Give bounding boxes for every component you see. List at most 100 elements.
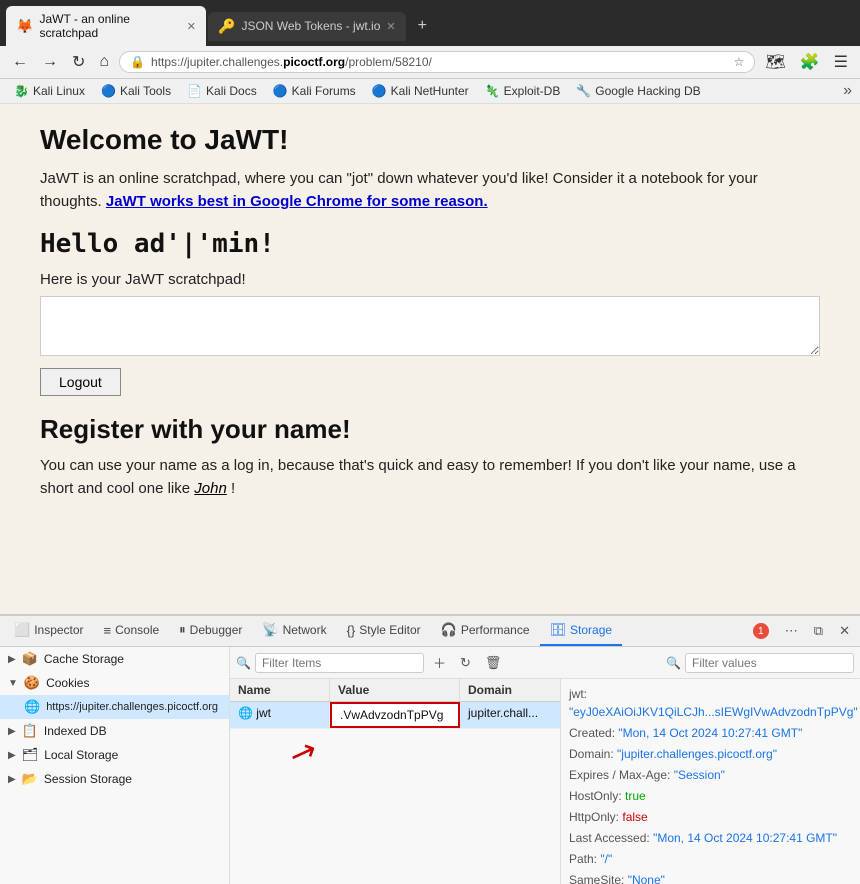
back-button[interactable]: ← — [8, 51, 32, 73]
john-link[interactable]: John — [194, 480, 227, 497]
tab-storage[interactable]: 🗄 Storage — [540, 616, 623, 646]
address-bar[interactable]: 🔒 https://jupiter.challenges.picoctf.org… — [119, 51, 755, 73]
table-row[interactable]: 🌐 jwt .VwAdvzodnTpPVg jupiter.chall... /… — [230, 702, 560, 729]
performance-icon: 🎧 — [441, 622, 457, 638]
detail-domain-value: "jupiter.challenges.picoctf.org" — [617, 747, 777, 761]
tab-favicon-jwt: 🔑 — [218, 18, 235, 35]
bookmark-kali-tools[interactable]: 🔵 Kali Tools — [95, 82, 177, 100]
detail-path-value: "/" — [600, 852, 612, 866]
tab-console[interactable]: ≡ Console — [94, 617, 170, 646]
bookmark-kali-forums[interactable]: 🔵 Kali Forums — [267, 82, 362, 100]
site-globe-icon: 🌐 — [24, 699, 40, 715]
nav-bar: ← → ↻ ⌂ 🔒 https://jupiter.challenges.pic… — [0, 46, 860, 79]
refresh-button[interactable]: ↻ — [68, 50, 89, 74]
window-minimize[interactable] — [796, 19, 810, 33]
security-icon: 🔒 — [130, 55, 145, 69]
bookmarks-more-button[interactable]: » — [843, 82, 852, 100]
tab-favicon-jawt: 🦊 — [16, 18, 33, 35]
td-name: 🌐 jwt — [230, 702, 330, 728]
bookmark-star-icon[interactable]: ☆ — [734, 55, 745, 69]
bookmark-google-hacking-db[interactable]: 🔧 Google Hacking DB — [570, 82, 706, 100]
cache-storage-icon: 📦 — [22, 651, 38, 667]
bookmark-kali-docs[interactable]: 📄 Kali Docs — [181, 82, 263, 100]
delete-item-button[interactable]: 🗑 — [480, 653, 507, 673]
extensions-button[interactable]: 🧩 — [796, 50, 824, 74]
window-maximize[interactable] — [818, 19, 832, 33]
bookmark-kali-linux[interactable]: 🐉 Kali Linux — [8, 82, 91, 100]
filter-items-input[interactable] — [255, 653, 424, 673]
window-close[interactable] — [840, 19, 854, 33]
style-editor-icon: {} — [347, 623, 356, 638]
home-button[interactable]: ⌂ — [95, 51, 113, 73]
bookmark-exploit-db[interactable]: 🦎 Exploit-DB — [479, 82, 567, 100]
tab-jwt[interactable]: 🔑 JSON Web Tokens - jwt.io ✕ — [208, 12, 406, 41]
forward-button[interactable]: → — [38, 51, 62, 73]
arrow-annotation: ↗ — [284, 730, 322, 775]
browser-chrome: 🦊 JaWT - an online scratchpad ✕ 🔑 JSON W… — [0, 0, 860, 104]
indexed-db-label: Indexed DB — [44, 724, 221, 738]
refresh-items-button[interactable]: ↻ — [455, 653, 476, 673]
devtools-more-button[interactable]: ⋯ — [779, 619, 804, 643]
filter-items-icon: 🔍 — [236, 656, 251, 670]
indexed-db-icon: 📋 — [22, 723, 38, 739]
error-badge-button[interactable]: 1 — [747, 619, 775, 643]
detail-domain-label: Domain: — [569, 747, 614, 761]
tab-label-jwt: JSON Web Tokens - jwt.io — [241, 19, 380, 33]
tab-performance[interactable]: 🎧 Performance — [431, 616, 540, 646]
tab-close-jwt[interactable]: ✕ — [386, 20, 395, 33]
detail-hostonly: HostOnly: true — [569, 787, 852, 805]
sidebar-item-local-storage[interactable]: ▶ 🗂 Local Storage — [0, 743, 229, 767]
tab-label-jawt: JaWT - an online scratchpad — [39, 12, 180, 40]
chrome-link[interactable]: JaWT works best in Google Chrome for som… — [106, 193, 488, 210]
devtools-main: 🔍 ＋ ↻ 🗑 🔍 Name Value Domain Path — [230, 647, 860, 884]
add-item-button[interactable]: ＋ — [428, 651, 451, 674]
cookies-label: Cookies — [46, 676, 221, 690]
detail-created-value: "Mon, 14 Oct 2024 10:27:41 GMT" — [618, 726, 802, 740]
local-storage-label: Local Storage — [44, 748, 221, 762]
sidebar-item-cookies-site[interactable]: 🌐 https://jupiter.challenges.picoctf.org — [0, 695, 229, 719]
devtools-table-area: Name Value Domain Path Expir... 🌐 jwt — [230, 679, 860, 884]
address-icons: ☆ — [734, 55, 745, 69]
detail-jwt-label: jwt: — [569, 687, 587, 701]
sidebar-item-session-storage[interactable]: ▶ 📂 Session Storage — [0, 767, 229, 791]
tab-network[interactable]: 📡 Network — [252, 616, 336, 646]
tab-inspector[interactable]: ⬜ Inspector — [4, 616, 94, 646]
detail-expires: Expires / Max-Age: "Session" — [569, 766, 852, 784]
sidebar-item-cache-storage[interactable]: ▶ 📦 Cache Storage — [0, 647, 229, 671]
detail-samesite-value: "None" — [628, 873, 665, 884]
tab-style-editor[interactable]: {} Style Editor — [337, 617, 431, 646]
tab-jawt[interactable]: 🦊 JaWT - an online scratchpad ✕ — [6, 6, 206, 46]
sidebar-item-cookies[interactable]: ▼ 🍪 Cookies — [0, 671, 229, 695]
filter-values-icon: 🔍 — [666, 656, 681, 670]
bookmark-icon-kali-docs: 📄 — [187, 84, 202, 98]
bookmarks-bar: 🐉 Kali Linux 🔵 Kali Tools 📄 Kali Docs 🔵 … — [0, 79, 860, 104]
detail-expires-value: "Session" — [674, 768, 725, 782]
devtools-close-button[interactable]: ✕ — [833, 619, 856, 643]
expand-indexed-db-icon: ▶ — [8, 726, 16, 737]
console-icon: ≡ — [104, 623, 112, 638]
register-title: Register with your name! — [40, 414, 820, 445]
tab-close-jawt[interactable]: ✕ — [187, 20, 196, 33]
scratchpad-textarea[interactable] — [40, 296, 820, 356]
detail-hostonly-label: HostOnly: — [569, 789, 622, 803]
new-tab-button[interactable]: + — [408, 11, 437, 41]
devtools-detail: jwt: "eyJ0eXAiOiJKV1QiLCJh...sIEWgIVwAdv… — [560, 679, 860, 884]
detail-domain: Domain: "jupiter.challenges.picoctf.org" — [569, 745, 852, 763]
menu-button[interactable]: ☰ — [830, 50, 852, 74]
expand-cache-storage-icon: ▶ — [8, 654, 16, 665]
devtools-dock-button[interactable]: ⧉ — [808, 619, 829, 643]
sidebar-item-indexed-db[interactable]: ▶ 📋 Indexed DB — [0, 719, 229, 743]
bookmark-kali-nethunter[interactable]: 🔵 Kali NetHunter — [366, 82, 475, 100]
tab-bar: 🦊 JaWT - an online scratchpad ✕ 🔑 JSON W… — [0, 0, 860, 46]
pocket-button[interactable]: 🗺 — [761, 50, 789, 74]
tab-debugger[interactable]: ⏸ Debugger — [169, 616, 252, 646]
bookmark-icon-kali-nethunter: 🔵 — [372, 84, 387, 98]
session-storage-icon: 📂 — [22, 771, 38, 787]
expand-cookies-icon: ▼ — [8, 678, 18, 689]
detail-samesite-label: SameSite: — [569, 873, 624, 884]
filter-values-input[interactable] — [685, 653, 854, 673]
bookmark-icon-kali-tools: 🔵 — [101, 84, 116, 98]
logout-button[interactable]: Logout — [40, 368, 121, 396]
td-domain: jupiter.chall... — [460, 702, 560, 728]
devtools-tabs-right: 1 ⋯ ⧉ ✕ — [747, 619, 856, 643]
